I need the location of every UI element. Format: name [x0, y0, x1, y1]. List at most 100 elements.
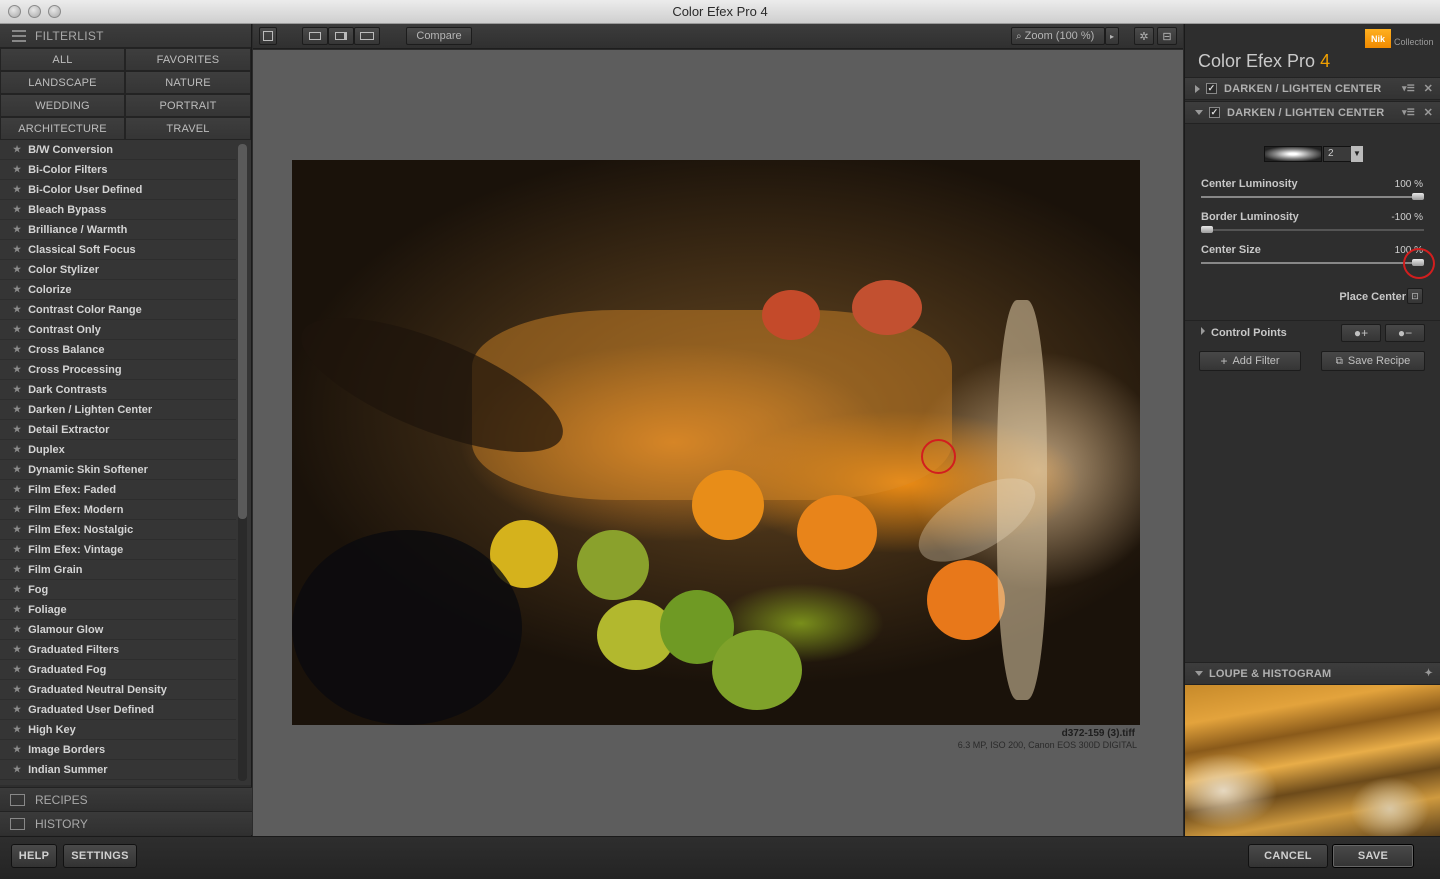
category-button[interactable]: WEDDING [0, 94, 125, 117]
preview-canvas[interactable]: d372-159 (3).tiff 6.3 MP, ISO 200, Canon… [253, 50, 1183, 836]
slider-thumb[interactable] [1201, 226, 1213, 233]
filter-list-item[interactable]: ★ Cross Balance [0, 340, 236, 360]
filter-enable-checkbox[interactable]: ✓ [1209, 107, 1220, 118]
filter-list-item[interactable]: ★ Darken / Lighten Center [0, 400, 236, 420]
filter-stack-item[interactable]: ✓ DARKEN / LIGHTEN CENTER ▾☰ ✕ [1185, 77, 1440, 100]
filter-list-item[interactable]: ★ Graduated Filters [0, 640, 236, 660]
favorite-star-icon[interactable]: ★ [13, 644, 21, 655]
cancel-button[interactable]: CANCEL [1248, 844, 1328, 868]
method-preview-swatch[interactable] [1264, 146, 1322, 162]
filter-list-item[interactable]: ★ Indian Summer [0, 760, 236, 780]
pin-icon[interactable]: ✦ [1424, 668, 1433, 679]
favorite-star-icon[interactable]: ★ [13, 524, 21, 535]
collapse-arrow-icon[interactable] [1195, 110, 1203, 115]
zoom-arrow-button[interactable]: ▸ [1105, 27, 1119, 45]
favorite-star-icon[interactable]: ★ [13, 544, 21, 555]
filter-list-item[interactable]: ★ Fog [0, 580, 236, 600]
filter-list-item[interactable]: ★ Glamour Glow [0, 620, 236, 640]
remove-filter-icon[interactable]: ✕ [1424, 82, 1433, 95]
favorite-star-icon[interactable]: ★ [13, 464, 21, 475]
remove-control-point-button[interactable]: ●− [1385, 324, 1425, 342]
favorite-star-icon[interactable]: ★ [13, 404, 21, 415]
help-button[interactable]: HELP [11, 844, 57, 868]
category-button[interactable]: FAVORITES [125, 48, 251, 71]
filter-list-item[interactable]: ★ Contrast Only [0, 320, 236, 340]
scrollbar-thumb[interactable] [238, 144, 247, 519]
filter-list-item[interactable]: ★ Cross Processing [0, 360, 236, 380]
recipes-header[interactable]: RECIPES [0, 787, 252, 811]
filter-list-item[interactable]: ★ High Key [0, 720, 236, 740]
filter-list-item[interactable]: ★ Foliage [0, 600, 236, 620]
favorite-star-icon[interactable]: ★ [13, 704, 21, 715]
favorite-star-icon[interactable]: ★ [13, 624, 21, 635]
filter-list-item[interactable]: ★ Graduated User Defined [0, 700, 236, 720]
compare-button[interactable]: Compare [406, 27, 472, 45]
category-button[interactable]: TRAVEL [125, 117, 251, 140]
favorite-star-icon[interactable]: ★ [13, 284, 21, 295]
favorite-star-icon[interactable]: ★ [13, 604, 21, 615]
side-by-side-button[interactable] [354, 27, 380, 45]
favorite-star-icon[interactable]: ★ [13, 304, 21, 315]
favorite-star-icon[interactable]: ★ [13, 224, 21, 235]
favorite-star-icon[interactable]: ★ [13, 744, 21, 755]
favorite-star-icon[interactable]: ★ [13, 684, 21, 695]
filter-list-item[interactable]: ★ Colorize [0, 280, 236, 300]
filter-list-item[interactable]: ★ Color Stylizer [0, 260, 236, 280]
center-size-slider[interactable] [1201, 259, 1424, 266]
favorite-star-icon[interactable]: ★ [13, 144, 21, 155]
category-button[interactable]: NATURE [125, 71, 251, 94]
favorite-star-icon[interactable]: ★ [13, 184, 21, 195]
save-button[interactable]: SAVE [1332, 844, 1414, 868]
toggle-browser-button[interactable] [259, 27, 277, 45]
add-control-point-button[interactable]: ●+ [1341, 324, 1381, 342]
favorite-star-icon[interactable]: ★ [13, 764, 21, 775]
center-luminosity-slider[interactable] [1201, 193, 1424, 200]
background-light-button[interactable]: ✲ [1134, 27, 1154, 45]
preview-image[interactable] [292, 160, 1140, 725]
filter-list-item[interactable]: ★ Duplex [0, 440, 236, 460]
favorite-star-icon[interactable]: ★ [13, 244, 21, 255]
add-filter-button[interactable]: + Add Filter [1199, 351, 1301, 371]
favorite-star-icon[interactable]: ★ [13, 584, 21, 595]
category-button[interactable]: ARCHITECTURE [0, 117, 125, 140]
favorite-star-icon[interactable]: ★ [13, 724, 21, 735]
settings-button[interactable]: SETTINGS [63, 844, 137, 868]
control-points-expand-icon[interactable] [1201, 327, 1205, 335]
filterlist-header[interactable]: FILTERLIST [0, 24, 251, 48]
filter-list-item[interactable]: ★ Film Efex: Faded [0, 480, 236, 500]
category-button[interactable]: PORTRAIT [125, 94, 251, 117]
filter-stack-item[interactable]: ✓ DARKEN / LIGHTEN CENTER ▾☰ ✕ [1185, 101, 1440, 124]
filter-list-item[interactable]: ★ Film Grain [0, 560, 236, 580]
filter-list-item[interactable]: ★ Detail Extractor [0, 420, 236, 440]
panel-layout-button[interactable]: ⊟ [1157, 27, 1177, 45]
favorite-star-icon[interactable]: ★ [13, 384, 21, 395]
favorite-star-icon[interactable]: ★ [13, 504, 21, 515]
favorite-star-icon[interactable]: ★ [13, 564, 21, 575]
filter-list-item[interactable]: ★ Bleach Bypass [0, 200, 236, 220]
filter-list-item[interactable]: ★ Film Efex: Vintage [0, 540, 236, 560]
filter-menu-icon[interactable]: ▾☰ [1402, 107, 1415, 118]
category-button[interactable]: ALL [0, 48, 125, 71]
favorite-star-icon[interactable]: ★ [13, 484, 21, 495]
filter-list-item[interactable]: ★ Contrast Color Range [0, 300, 236, 320]
single-view-button[interactable] [302, 27, 328, 45]
favorite-star-icon[interactable]: ★ [13, 204, 21, 215]
slider-thumb[interactable] [1412, 193, 1424, 200]
border-luminosity-slider[interactable] [1201, 226, 1424, 233]
filter-list-item[interactable]: ★ Image Borders [0, 740, 236, 760]
filter-list-item[interactable]: ★ Film Efex: Nostalgic [0, 520, 236, 540]
filter-list-item[interactable]: ★ Brilliance / Warmth [0, 220, 236, 240]
favorite-star-icon[interactable]: ★ [13, 664, 21, 675]
loupe-preview[interactable] [1185, 685, 1440, 836]
filter-list-item[interactable]: ★ Graduated Fog [0, 660, 236, 680]
filter-list-item[interactable]: ★ Bi-Color User Defined [0, 180, 236, 200]
control-point-marker[interactable] [921, 439, 956, 474]
filter-list-scrollbar[interactable] [238, 144, 247, 781]
loupe-histogram-header[interactable]: LOUPE & HISTOGRAM ✦ [1185, 662, 1440, 685]
filter-menu-icon[interactable]: ▾☰ [1402, 83, 1415, 94]
favorite-star-icon[interactable]: ★ [13, 324, 21, 335]
remove-filter-icon[interactable]: ✕ [1424, 106, 1433, 119]
filter-list-item[interactable]: ★ Dynamic Skin Softener [0, 460, 236, 480]
filter-list-item[interactable]: ★ B/W Conversion [0, 140, 236, 160]
favorite-star-icon[interactable]: ★ [13, 364, 21, 375]
